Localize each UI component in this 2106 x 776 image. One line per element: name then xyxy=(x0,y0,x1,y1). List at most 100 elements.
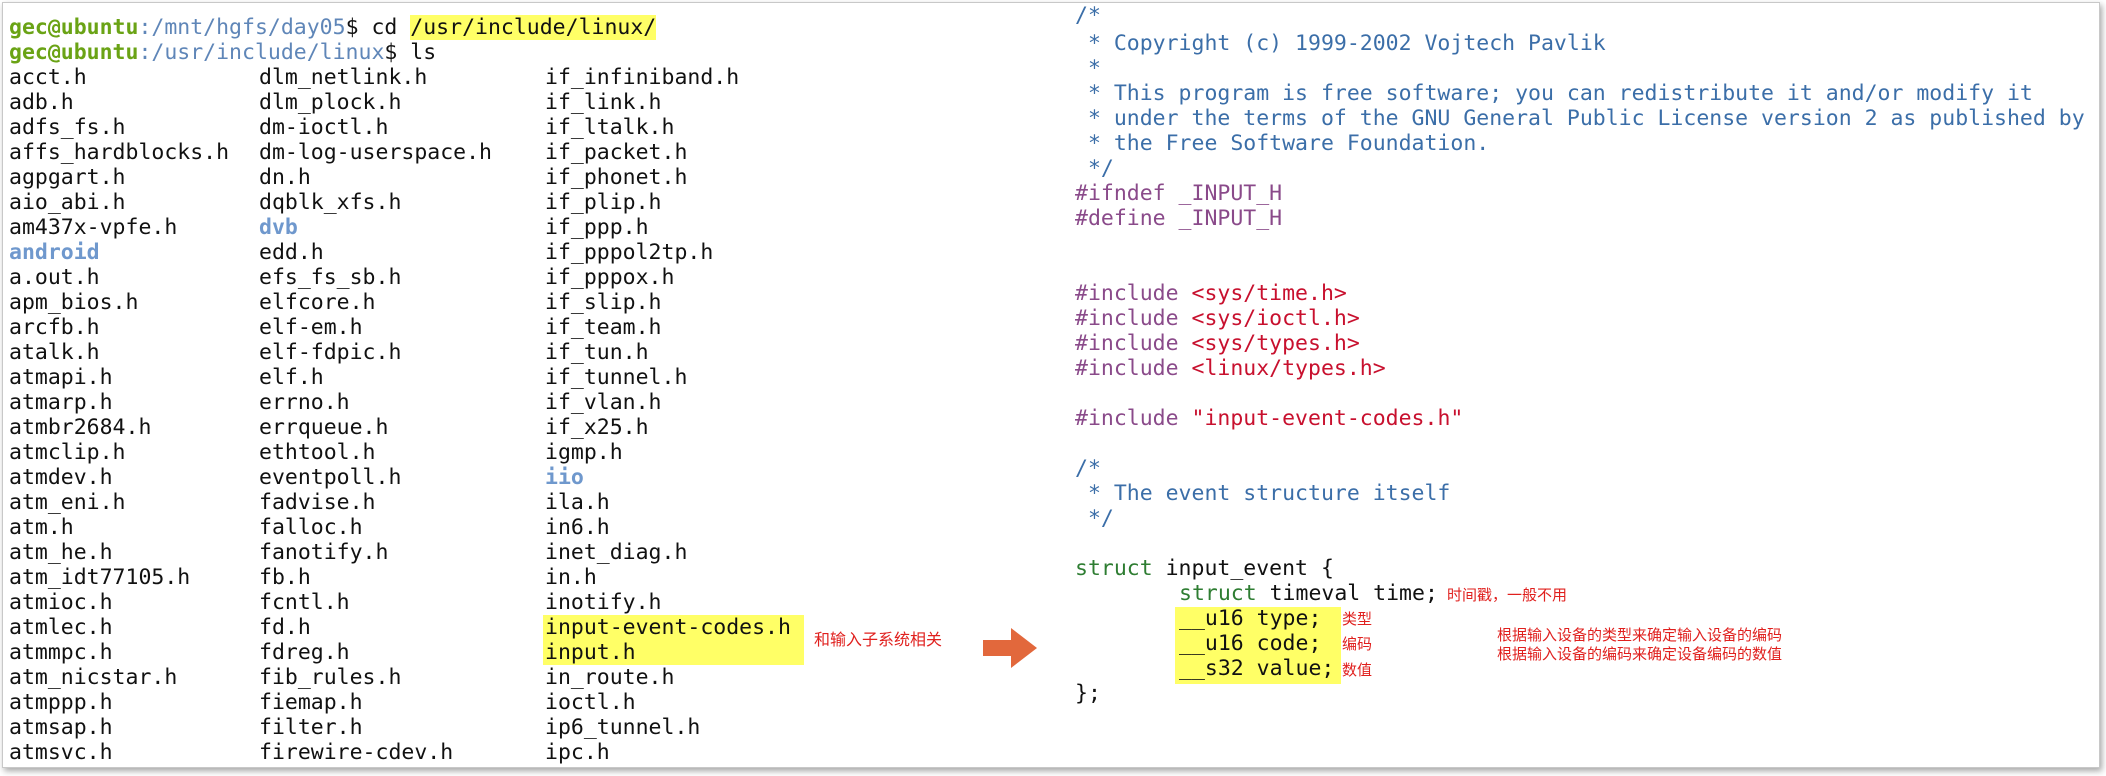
ls-file-entry: if_link.h xyxy=(545,90,662,115)
prompt-user: gec@ubuntu xyxy=(9,15,139,40)
ls-file-entry: if_tun.h xyxy=(545,340,649,365)
ls-file-entry: firewire-cdev.h xyxy=(259,740,454,765)
ls-file-entry: dm-log-userspace.h xyxy=(259,140,492,165)
ls-file-entry: atmclip.h xyxy=(9,440,126,465)
ls-file-entry: inotify.h xyxy=(545,590,662,615)
ls-file-entry: atm_he.h xyxy=(9,540,113,565)
code-field-time: struct timeval time; xyxy=(1179,581,1438,606)
note-value: 数值 xyxy=(1342,661,1373,679)
ls-file-entry: inet_diag.h xyxy=(545,540,688,565)
ls-file-entry: edd.h xyxy=(259,240,324,265)
ls-file-entry: atm_nicstar.h xyxy=(9,665,178,690)
code-include-line: #include <sys/time.h> xyxy=(1075,281,1347,306)
ls-file-entry: atmbr2684.h xyxy=(9,415,152,440)
code-field-type: __u16 type; xyxy=(1179,606,1322,631)
ls-file-entry: eventpoll.h xyxy=(259,465,402,490)
ls-file-entry: affs_hardblocks.h xyxy=(9,140,230,165)
ls-file-entry: adfs_fs.h xyxy=(9,115,126,140)
ls-file-entry: atm.h xyxy=(9,515,74,540)
ls-file-entry: if_ltalk.h xyxy=(545,115,675,140)
ls-file-entry: atm_eni.h xyxy=(9,490,126,515)
note-explain-code: 根据输入设备的编码来确定设备编码的数值 xyxy=(1497,645,1783,663)
ls-file-entry: if_infiniband.h xyxy=(545,65,740,90)
ls-file-entry: if_x25.h xyxy=(545,415,649,440)
note-explain-type: 根据输入设备的类型来确定输入设备的编码 xyxy=(1497,626,1783,644)
ls-file-entry: atm_idt77105.h xyxy=(9,565,191,590)
ls-file-entry-highlighted: input-event-codes.h xyxy=(543,615,804,640)
code-field-code: __u16 code; xyxy=(1179,631,1322,656)
screenshot-frame: gec@ubuntu:/mnt/hgfs/day05$ cd /usr/incl… xyxy=(2,2,2100,768)
ls-file-entry: elfcore.h xyxy=(259,290,376,315)
ls-file-entry: am437x-vpfe.h xyxy=(9,215,178,240)
code-comment-line: * Copyright (c) 1999-2002 Vojtech Pavlik xyxy=(1075,31,1606,56)
ls-file-entry: dn.h xyxy=(259,165,311,190)
ls-file-entry: atmmpc.h xyxy=(9,640,113,665)
code-include-line: #include "input-event-codes.h" xyxy=(1075,406,1464,431)
ls-file-entry: fd.h xyxy=(259,615,311,640)
ls-file-entry: if_plip.h xyxy=(545,190,662,215)
ls-file-entry: aio_abi.h xyxy=(9,190,126,215)
ls-file-entry: if_packet.h xyxy=(545,140,688,165)
ls-file-entry: ipc.h xyxy=(545,740,610,765)
ls-file-entry: errqueue.h xyxy=(259,415,389,440)
code-include-line: #include <sys/types.h> xyxy=(1075,331,1360,356)
ls-file-entry: if_vlan.h xyxy=(545,390,662,415)
ls-file-entry: elf.h xyxy=(259,365,324,390)
ls-file-entry: atmioc.h xyxy=(9,590,113,615)
ls-file-entry: in_route.h xyxy=(545,665,675,690)
prompt-symbol: $ xyxy=(384,40,411,65)
ls-file-entry: fanotify.h xyxy=(259,540,389,565)
code-comment-line: * This program is free software; you can… xyxy=(1075,81,2033,106)
ls-file-entry: dm-ioctl.h xyxy=(259,115,389,140)
note-timestamp: 时间戳，一般不用 xyxy=(1447,586,1568,604)
ls-file-entry: a.out.h xyxy=(9,265,100,290)
ls-file-entry: if_pppol2tp.h xyxy=(545,240,714,265)
ls-file-entry: if_tunnel.h xyxy=(545,365,688,390)
annotation-input-subsystem: 和输入子系统相关 xyxy=(814,630,943,649)
ls-file-entry: if_ppp.h xyxy=(545,215,649,240)
command-text: ls xyxy=(410,40,437,65)
code-include-line: #include <linux/types.h> xyxy=(1075,356,1386,381)
code-comment-line: * The event structure itself xyxy=(1075,481,1451,506)
ls-file-entry: atmapi.h xyxy=(9,365,113,390)
ls-file-entry: fiemap.h xyxy=(259,690,363,715)
ls-file-entry: atmsvc.h xyxy=(9,740,113,765)
ls-file-entry: ip6_tunnel.h xyxy=(545,715,701,740)
ls-file-entry: dqblk_xfs.h xyxy=(259,190,402,215)
ls-file-entry: atmarp.h xyxy=(9,390,113,415)
ls-file-entry: filter.h xyxy=(259,715,363,740)
ls-file-entry: atmsap.h xyxy=(9,715,113,740)
code-ifndef-line: #ifndef _INPUT_H xyxy=(1075,181,1283,206)
prompt-path: :/mnt/hgfs/day05 xyxy=(138,15,346,40)
ls-file-entry: igmp.h xyxy=(545,440,623,465)
right-arrow-icon xyxy=(983,628,1037,668)
note-type: 类型 xyxy=(1342,610,1373,628)
ls-file-entry: if_slip.h xyxy=(545,290,662,315)
code-comment-line: /* xyxy=(1075,3,1101,28)
code-field-value: __s32 value; xyxy=(1179,656,1335,681)
code-comment-line: */ xyxy=(1075,506,1114,531)
code-struct-decl: struct input_event { xyxy=(1075,556,1334,581)
note-code: 编码 xyxy=(1342,635,1373,653)
code-comment-line: * under the terms of the GNU General Pub… xyxy=(1075,106,2085,131)
ls-file-entry: fb.h xyxy=(259,565,311,590)
ls-file-entry: apm_bios.h xyxy=(9,290,139,315)
ls-file-entry: arcfb.h xyxy=(9,315,100,340)
ls-file-entry: atmppp.h xyxy=(9,690,113,715)
ls-directory-entry: dvb xyxy=(259,215,298,240)
prompt-line-1: gec@ubuntu:/mnt/hgfs/day05$ cd /usr/incl… xyxy=(9,15,657,40)
ls-file-entry: adb.h xyxy=(9,90,74,115)
ls-file-entry: fcntl.h xyxy=(259,590,350,615)
ls-file-entry: falloc.h xyxy=(259,515,363,540)
command-text: cd xyxy=(371,15,411,40)
ls-file-entry: acct.h xyxy=(9,65,87,90)
code-comment-line: */ xyxy=(1075,156,1114,181)
ls-file-entry: elf-fdpic.h xyxy=(259,340,402,365)
prompt-line-2: gec@ubuntu:/usr/include/linux$ ls xyxy=(9,40,436,65)
prompt-path: :/usr/include/linux xyxy=(138,40,385,65)
ls-file-entry: atmdev.h xyxy=(9,465,113,490)
ls-file-entry: ila.h xyxy=(545,490,610,515)
ls-file-entry-highlighted: input.h xyxy=(543,640,804,665)
code-define-line: #define _INPUT_H xyxy=(1075,206,1283,231)
ls-file-entry: fdreg.h xyxy=(259,640,350,665)
